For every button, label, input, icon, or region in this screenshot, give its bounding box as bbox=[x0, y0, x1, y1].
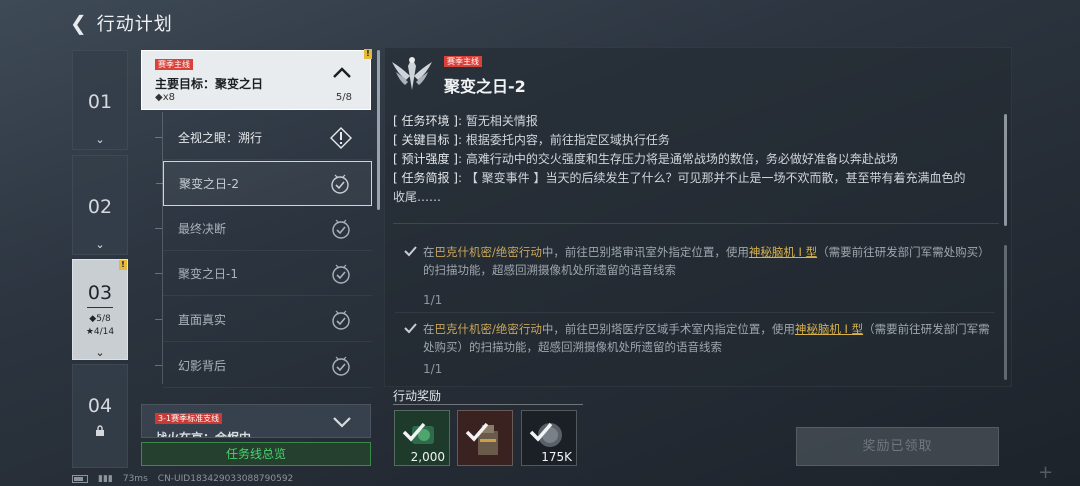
quest-item[interactable]: 最终决断 bbox=[155, 207, 372, 251]
quest-item-selected[interactable]: 聚变之日-2 bbox=[156, 161, 372, 206]
rewards-label: 行动奖励 bbox=[393, 389, 442, 403]
check-medal-icon bbox=[332, 310, 350, 330]
quest-overview-button[interactable]: 任务线总览 bbox=[141, 442, 371, 466]
check-icon bbox=[529, 422, 553, 442]
eagle-emblem-icon bbox=[392, 57, 432, 90]
chevron-down-icon: ⌄ bbox=[95, 133, 105, 146]
reward-count: 2,000 bbox=[410, 450, 445, 464]
quest-label: 聚变之日-1 bbox=[178, 267, 238, 281]
season-main-tag: 赛季主线 bbox=[155, 59, 193, 70]
reward-item[interactable]: 175K bbox=[521, 410, 577, 466]
reward-count: 175K bbox=[541, 450, 572, 464]
diamond-count: ◆5/8 bbox=[89, 314, 111, 324]
objective-scrollbar[interactable] bbox=[1004, 245, 1007, 380]
check-medal-icon bbox=[332, 264, 350, 284]
info-scrollbar[interactable] bbox=[1004, 114, 1007, 226]
quest-label: 全视之眼：溯行 bbox=[178, 131, 263, 145]
objective-count: 1/1 bbox=[423, 293, 443, 307]
quest-item[interactable]: 聚变之日-1 bbox=[155, 252, 372, 296]
side-quest-name: 战火在京：余烬中 bbox=[155, 431, 252, 438]
reward-item[interactable]: 2,000 bbox=[394, 410, 450, 466]
info-key-target: [ 关键目标 ]: 根据委托内容，前往指定区域执行任务 bbox=[393, 133, 670, 147]
chevron-left-icon[interactable]: ❮ bbox=[70, 13, 87, 33]
item-link[interactable]: 神秘脑机 I 型 bbox=[749, 245, 817, 259]
side-quest-card[interactable]: 3-1赛季标准支线 战火在京：余烬中 bbox=[141, 404, 371, 438]
page-title: 行动计划 bbox=[96, 14, 173, 35]
chapter-tab-02[interactable]: 02 ⌄ bbox=[72, 155, 128, 255]
divider bbox=[393, 223, 999, 224]
quest-item[interactable]: 直面真实 bbox=[155, 298, 372, 342]
chapter-stats: ◆5/8 ★4/14 bbox=[73, 313, 127, 339]
divider bbox=[393, 404, 583, 405]
info-briefing: [ 任务简报 ]: 【 聚变事件 】当天的后续发生了什么？可见那并不止是一场不欢… bbox=[393, 171, 966, 185]
uid: CN-UID183429033088790592 bbox=[157, 474, 294, 484]
chapter-tab-03[interactable]: 03 ◆5/8 ★4/14 ⌄ bbox=[72, 259, 128, 360]
alert-icon: ! bbox=[364, 49, 372, 59]
main-quest-card[interactable]: 赛季主线 主要目标：聚变之日 ◆x8 5/8 bbox=[141, 50, 371, 110]
check-icon bbox=[404, 246, 417, 257]
chapter-number: 04 bbox=[87, 395, 113, 417]
quest-label: 最终决断 bbox=[178, 222, 227, 236]
info-briefing-cont: 收尾…… bbox=[393, 190, 442, 204]
objective-count: 1/1 bbox=[423, 362, 443, 376]
chevron-down-icon: ⌄ bbox=[95, 238, 105, 251]
status-bar: ▮▮▮ 73ms CN-UID183429033088790592 bbox=[72, 474, 293, 484]
header: ❮ 行动计划 bbox=[70, 8, 173, 38]
quest-label: 幻影背后 bbox=[178, 359, 227, 373]
check-icon bbox=[402, 422, 426, 442]
quest-list-scrollbar[interactable] bbox=[377, 50, 380, 210]
chevron-down-icon: ⌄ bbox=[95, 346, 105, 359]
signal-icon: ▮▮▮ bbox=[98, 474, 113, 484]
chapter-tab-01[interactable]: 01 ⌄ bbox=[72, 50, 128, 150]
check-icon bbox=[404, 323, 417, 334]
objective-item: 在巴克什机密/绝密行动中，前往巴别塔医疗区域手术室内指定位置，使用神秘脑机 I … bbox=[403, 320, 998, 378]
chapter-number: 01 bbox=[87, 91, 113, 113]
check-medal-icon bbox=[332, 356, 350, 376]
check-icon bbox=[465, 422, 489, 442]
chevron-up-icon[interactable] bbox=[332, 63, 352, 83]
plus-icon: + bbox=[1038, 462, 1054, 483]
chapter-number: 02 bbox=[87, 196, 113, 218]
divider bbox=[87, 307, 113, 308]
rewards-claimed-button[interactable]: 奖励已领取 bbox=[796, 427, 999, 466]
star-count: ★4/14 bbox=[85, 327, 115, 337]
detail-title: 聚变之日-2 bbox=[444, 77, 526, 96]
main-quest-progress: 5/8 bbox=[335, 92, 352, 103]
info-intensity: [ 预计强度 ]: 高难行动中的交火强度和生存压力将是通常战场的数倍，务必做好准… bbox=[393, 152, 898, 166]
chevron-down-icon[interactable] bbox=[332, 415, 352, 429]
alert-icon: ! bbox=[119, 260, 127, 270]
check-medal-icon bbox=[331, 174, 349, 194]
detail-season-tag: 赛季主线 bbox=[444, 56, 482, 67]
alert-diamond-icon bbox=[330, 127, 352, 149]
check-medal-icon bbox=[332, 219, 350, 239]
reward-item[interactable] bbox=[457, 410, 513, 466]
quest-item[interactable]: 幻影背后 bbox=[155, 344, 372, 388]
quest-label: 聚变之日-2 bbox=[179, 177, 239, 191]
objective-item: 在巴克什机密/绝密行动中，前往巴别塔审讯室外指定位置，使用神秘脑机 I 型（需要… bbox=[403, 243, 998, 309]
quest-item[interactable]: 全视之眼：溯行 bbox=[155, 116, 372, 160]
chapter-tab-04[interactable]: 04 bbox=[72, 364, 128, 468]
chapter-number: 03 bbox=[87, 282, 113, 304]
main-quest-count: ◆x8 bbox=[155, 92, 175, 103]
lock-icon bbox=[73, 425, 127, 439]
battery-icon bbox=[72, 475, 88, 483]
item-link[interactable]: 神秘脑机 I 型 bbox=[795, 322, 863, 336]
main-quest-name: 主要目标：聚变之日 bbox=[155, 77, 264, 91]
ping: 73ms bbox=[122, 474, 148, 484]
divider bbox=[395, 312, 995, 313]
side-quest-tag: 3-1赛季标准支线 bbox=[155, 413, 223, 424]
info-environment: [ 任务环境 ]: 暂无相关情报 bbox=[393, 114, 538, 128]
quest-label: 直面真实 bbox=[178, 313, 227, 327]
